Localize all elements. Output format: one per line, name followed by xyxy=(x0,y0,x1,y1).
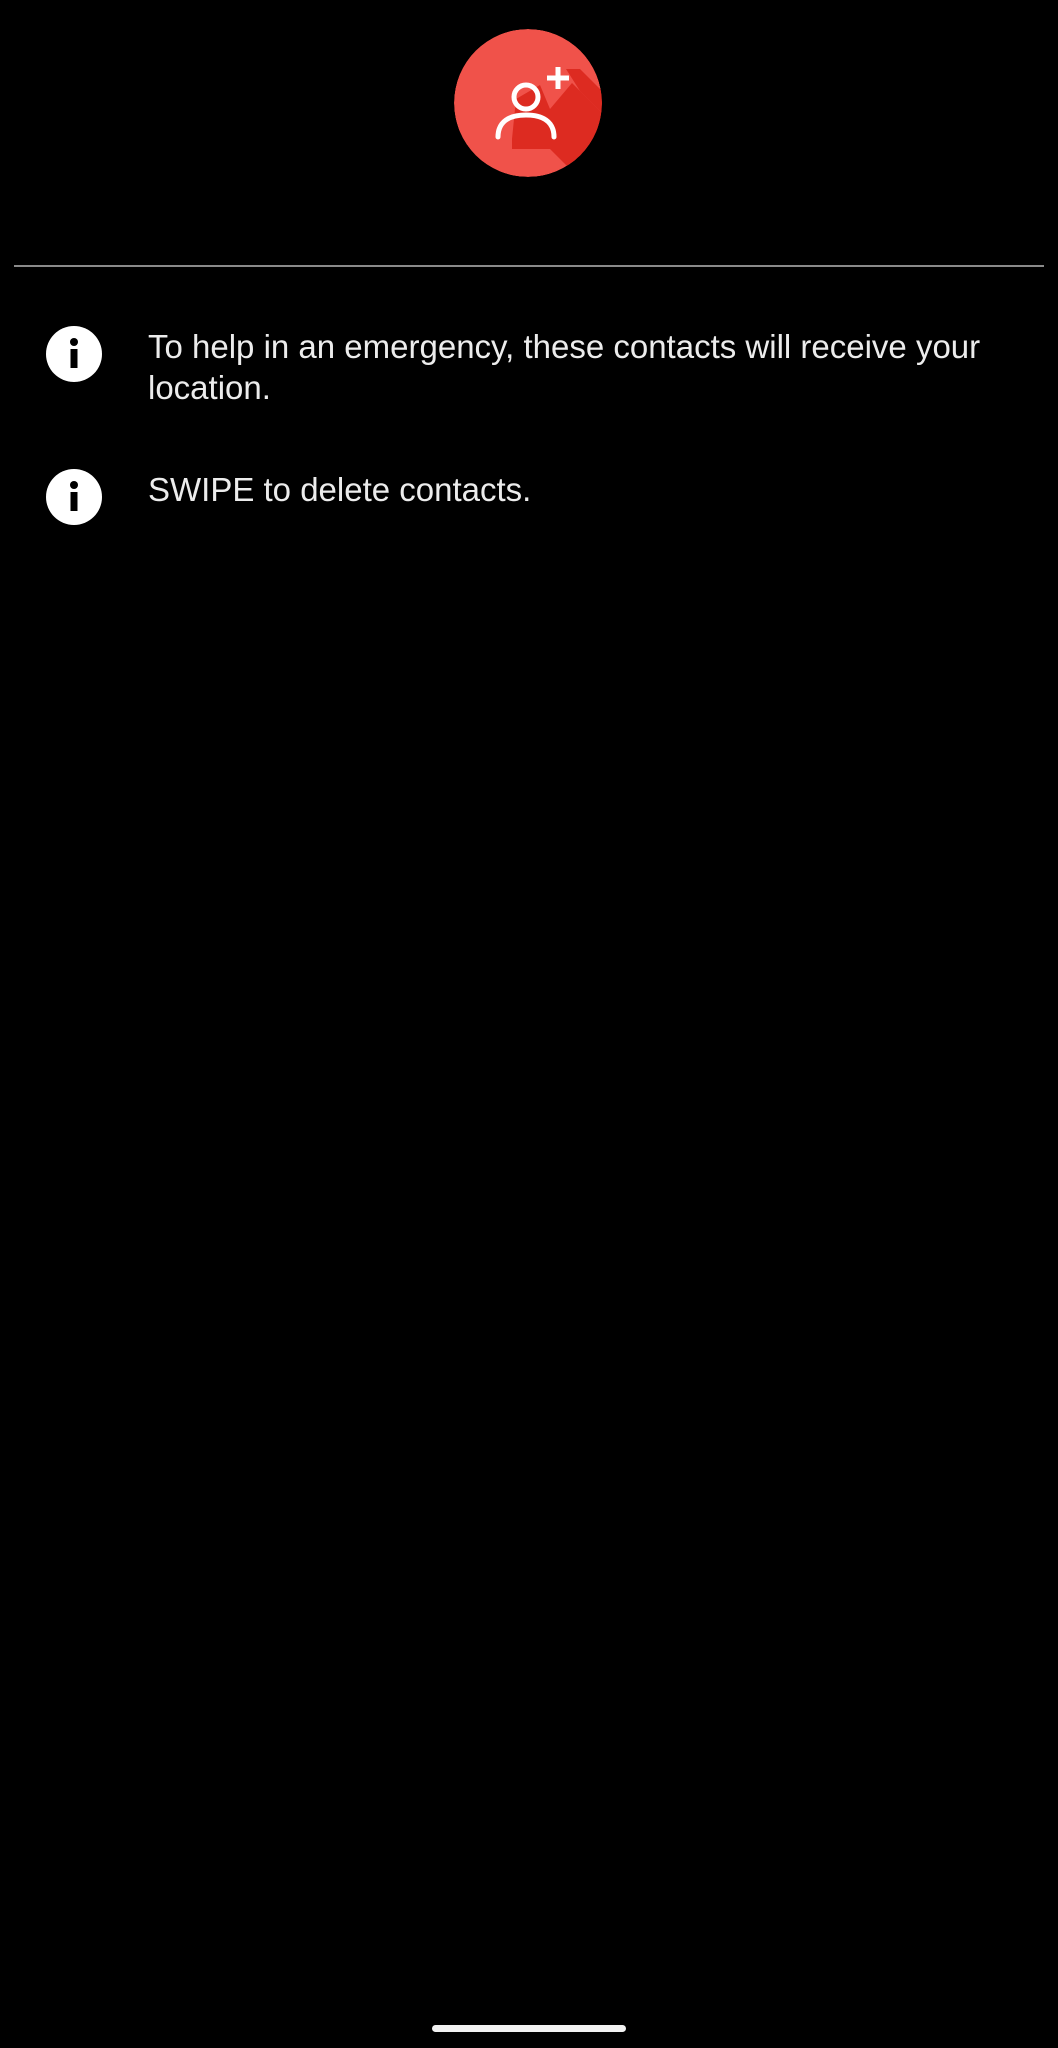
person-add-icon xyxy=(454,29,602,177)
info-icon xyxy=(46,326,102,382)
info-text: To help in an emergency, these contacts … xyxy=(148,328,981,406)
info-icon xyxy=(46,469,102,525)
add-contact-button[interactable] xyxy=(454,29,602,177)
divider xyxy=(14,265,1044,267)
info-text: SWIPE to delete contacts. xyxy=(148,471,532,508)
home-indicator[interactable] xyxy=(432,2025,626,2032)
